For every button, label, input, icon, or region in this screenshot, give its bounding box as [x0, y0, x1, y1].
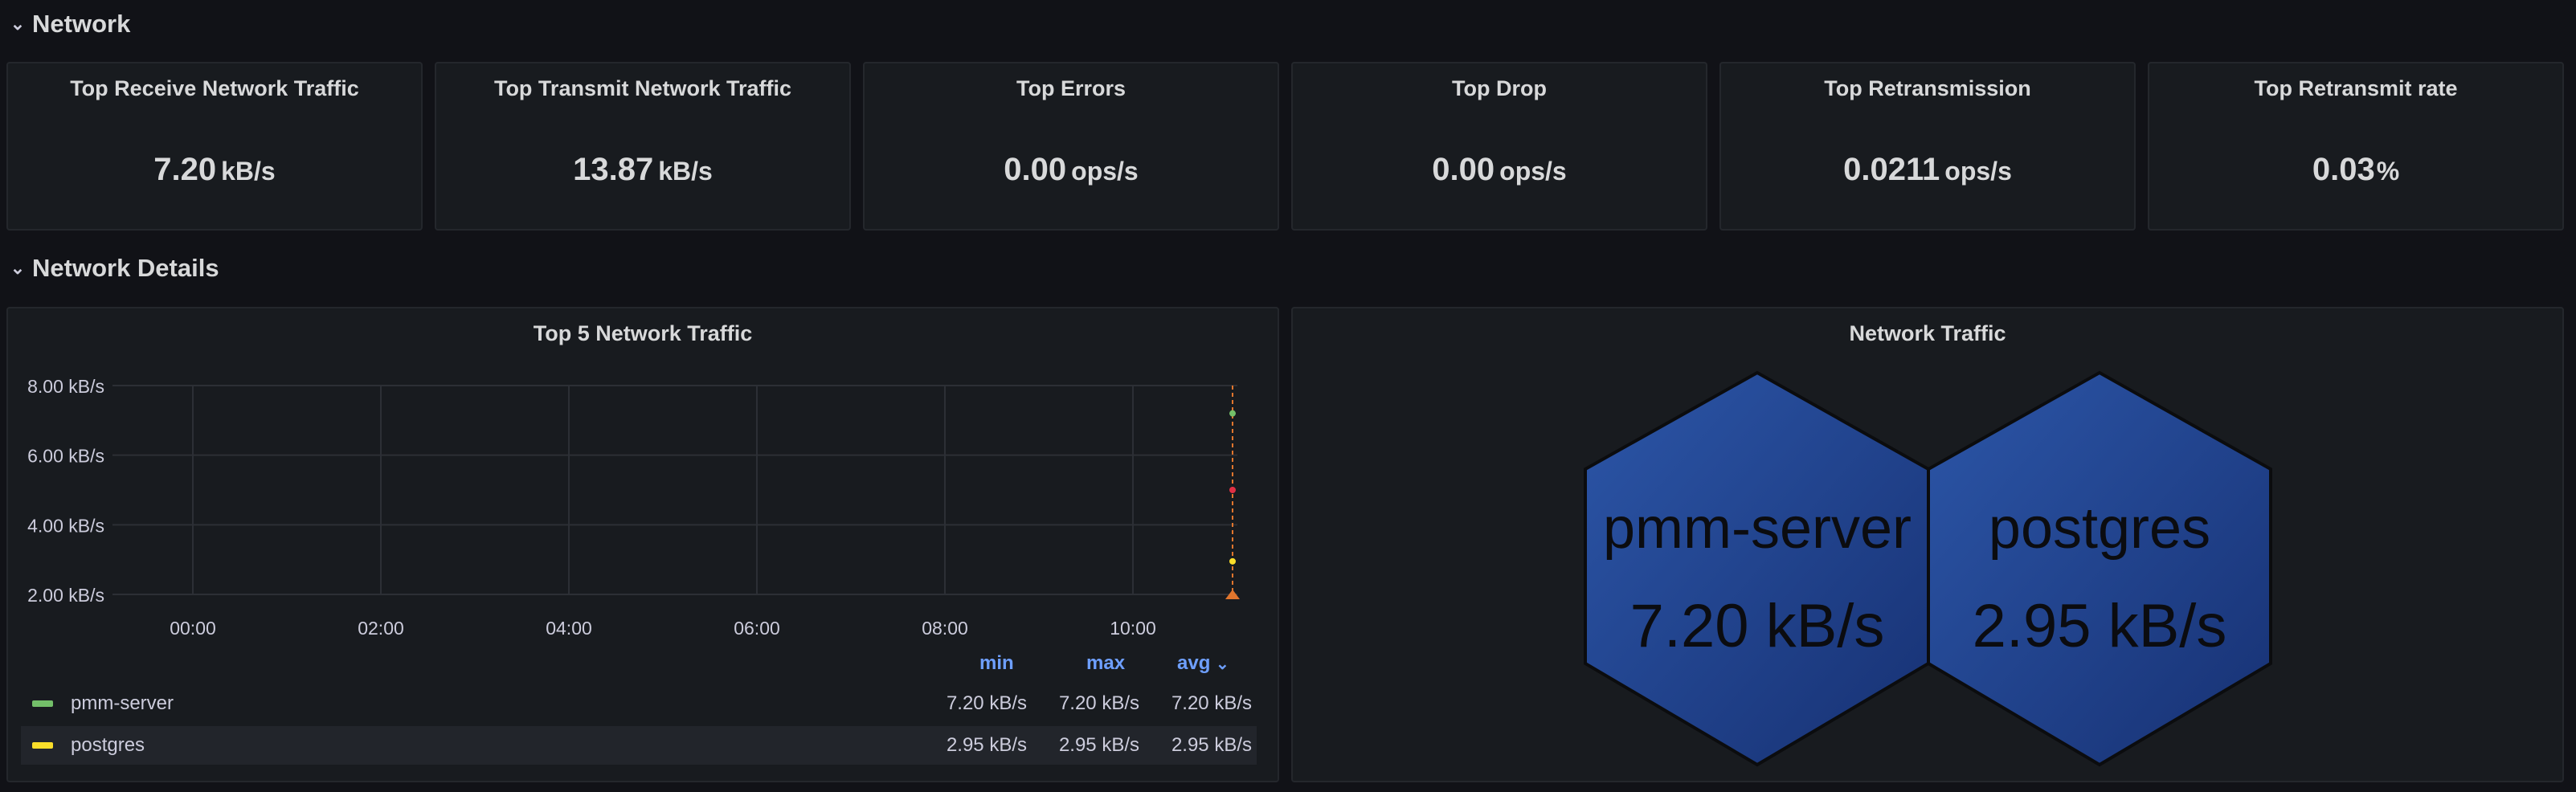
hexagon-map: pmm-server 7.20 kB/s postgres 2.95 kB/s: [1584, 370, 2272, 767]
legend-header-min[interactable]: min: [979, 652, 1014, 675]
hexagon-label: postgres: [1989, 496, 2210, 561]
series-avg: 2.95 kB/s: [1171, 734, 1252, 756]
row-title: Network Details: [32, 254, 219, 282]
x-tick-label: 06:00: [734, 618, 780, 639]
stat-panel-retransmission[interactable]: Top Retransmission 0.0211 ops/s: [1719, 62, 2136, 231]
panel-title: Top Errors: [1016, 76, 1126, 100]
x-tick-label: 04:00: [546, 618, 592, 639]
row-title: Network: [32, 10, 131, 38]
hexagon-label: pmm-server: [1603, 496, 1912, 561]
stat-panel-receive[interactable]: Top Receive Network Traffic 7.20 kB/s: [6, 62, 423, 231]
stat-value: 13.87 kB/s: [573, 152, 713, 187]
legend-row-pmm-server[interactable]: pmm-server 7.20 kB/s 7.20 kB/s 7.20 kB/s: [21, 684, 1257, 723]
series-min: 7.20 kB/s: [946, 692, 1027, 714]
x-axis: 00:00 02:00 04:00 06:00 08:00 10:00: [170, 618, 1156, 639]
panel-title: Top 5 Network Traffic: [533, 321, 753, 345]
stat-panel-transmit[interactable]: Top Transmit Network Traffic 13.87 kB/s: [435, 62, 851, 231]
y-tick-label: 4.00 kB/s: [27, 515, 104, 536]
hexagon-postgres[interactable]: postgres 2.95 kB/s: [1927, 370, 2272, 767]
panel-title: Top Retransmission: [1824, 76, 2031, 100]
y-axis: 8.00 kB/s 6.00 kB/s 4.00 kB/s 2.00 kB/s: [27, 376, 104, 606]
series-color-swatch: [32, 700, 53, 707]
y-tick-label: 6.00 kB/s: [27, 446, 104, 467]
chevron-down-icon: ⌄: [10, 258, 26, 278]
panel-title: Top Retransmit rate: [2254, 76, 2458, 100]
series-point-pmm-server: [1229, 410, 1236, 417]
hexagon-pmm-server[interactable]: pmm-server 7.20 kB/s: [1584, 370, 1930, 767]
hexagon-value: 2.95 kB/s: [1973, 592, 2227, 660]
series-color-swatch: [32, 742, 53, 749]
x-tick-label: 08:00: [922, 618, 968, 639]
series-point-postgres: [1229, 557, 1236, 565]
row-network-header[interactable]: ⌄ Network: [10, 8, 131, 40]
stat-value: 0.03%: [2312, 152, 2400, 187]
stat-panel-retransmit-rate[interactable]: Top Retransmit rate 0.03%: [2148, 62, 2564, 231]
panel-title: Top Receive Network Traffic: [70, 76, 359, 100]
legend-header-avg[interactable]: avg ⌄: [1177, 652, 1229, 675]
x-tick-label: 10:00: [1110, 618, 1156, 639]
series-point-extra: [1229, 487, 1236, 493]
hexagon-value: 7.20 kB/s: [1630, 592, 1885, 660]
series-max: 2.95 kB/s: [1058, 734, 1139, 756]
series-min: 2.95 kB/s: [946, 734, 1027, 756]
chevron-down-icon: ⌄: [10, 14, 26, 34]
stat-value: 0.00 ops/s: [1432, 152, 1567, 187]
stat-value: 7.20 kB/s: [153, 152, 276, 187]
sort-desc-icon: ⌄: [1216, 655, 1229, 673]
series-name: pmm-server: [71, 692, 174, 714]
y-tick-label: 2.00 kB/s: [27, 585, 104, 606]
stat-panel-errors[interactable]: Top Errors 0.00 ops/s: [863, 62, 1279, 231]
x-tick-label: 00:00: [170, 618, 216, 639]
stat-value: 0.0211 ops/s: [1843, 152, 2012, 187]
top5-chart[interactable]: 8.00 kB/s 6.00 kB/s 4.00 kB/s 2.00 kB/s 00:…: [6, 361, 1279, 683]
chart-marks: [1225, 386, 1240, 599]
series-avg: 7.20 kB/s: [1171, 692, 1252, 714]
panel-title: Top Drop: [1452, 76, 1547, 100]
row-network-details-header[interactable]: ⌄ Network Details: [10, 252, 219, 284]
panel-title: Network Traffic: [1849, 321, 2006, 345]
series-name: postgres: [71, 734, 145, 756]
y-tick-label: 8.00 kB/s: [27, 376, 104, 397]
stat-panel-drop[interactable]: Top Drop 0.00 ops/s: [1291, 62, 1707, 231]
panel-title: Top Transmit Network Traffic: [493, 76, 792, 100]
legend-row-postgres[interactable]: postgres 2.95 kB/s 2.95 kB/s 2.95 kB/s: [21, 726, 1257, 765]
chart-grid: [112, 385, 1237, 595]
x-tick-label: 02:00: [358, 618, 404, 639]
series-max: 7.20 kB/s: [1058, 692, 1139, 714]
stat-value: 0.00 ops/s: [1004, 152, 1139, 187]
legend-header-max[interactable]: max: [1086, 652, 1125, 675]
